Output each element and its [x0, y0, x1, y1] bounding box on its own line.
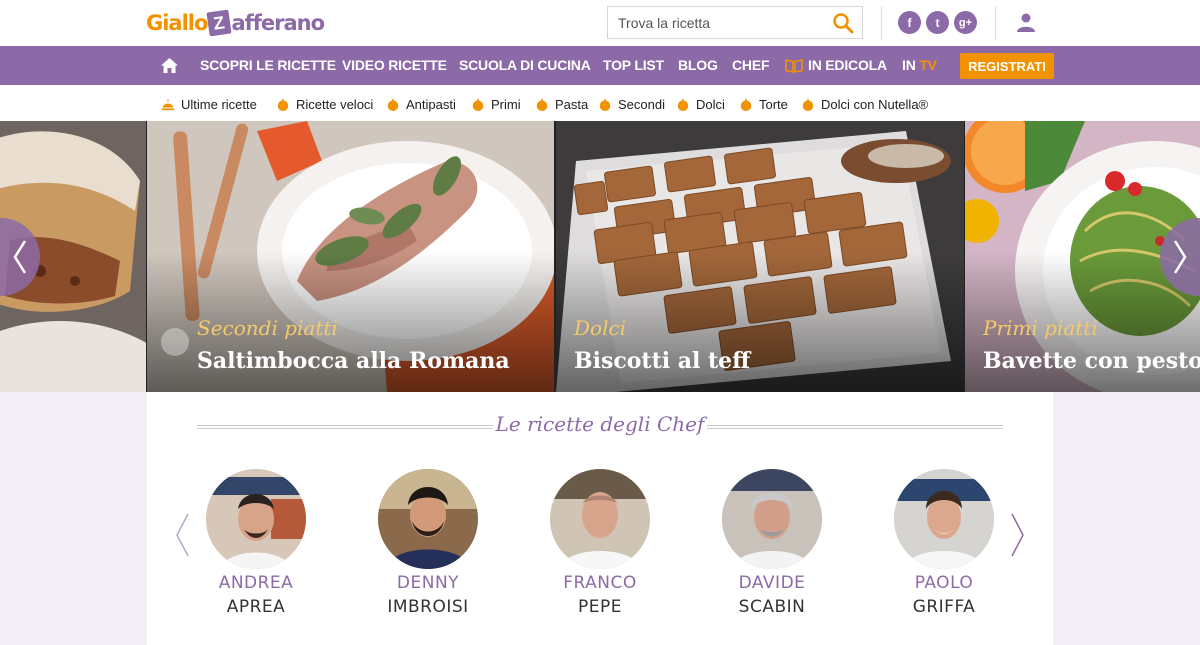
site-logo[interactable]: Giallo Z afferano [146, 8, 325, 38]
slide-title[interactable]: Bavette con pesto di [983, 348, 1200, 374]
category-antipasti[interactable]: Antipasti [386, 95, 456, 113]
chef-last-name: Imbroisi [387, 597, 469, 617]
chef-section-title: Le ricette degli Chef [495, 412, 705, 436]
chef-portrait [550, 469, 650, 569]
nav-in-label: In [902, 57, 916, 73]
chef-first-name: Franco [563, 573, 637, 593]
slide-title[interactable]: Saltimbocca alla Romana [197, 348, 510, 374]
search-box [607, 6, 863, 39]
nav-video-ricette[interactable]: Video ricette [342, 46, 447, 85]
chef-avatar [206, 469, 306, 569]
play-icon[interactable] [161, 328, 189, 356]
carousel-slide[interactable]: Secondi piatti Saltimbocca alla Romana [147, 121, 554, 392]
category-label: Dolci con Nutella® [821, 96, 929, 112]
chevron-right-icon [1173, 240, 1187, 274]
onion-icon [277, 97, 289, 111]
register-button[interactable]: Registrati [960, 53, 1054, 79]
logo-text-afferano: afferano [231, 11, 325, 35]
slide-title[interactable]: Biscotti al teff [574, 348, 750, 374]
chef-card[interactable]: Denny Imbroisi [378, 469, 478, 619]
home-icon[interactable] [161, 58, 178, 73]
category-dolci[interactable]: Dolci [676, 95, 725, 113]
chef-last-name: Griffa [912, 597, 976, 617]
slide-category: Primi piatti [983, 316, 1098, 340]
twitter-icon[interactable]: t [926, 11, 949, 34]
recipe-carousel: Secondi piatti Saltimbocca alla Romana D… [0, 121, 1200, 392]
chef-card[interactable]: Andrea Aprea [206, 469, 306, 619]
category-label: Dolci [696, 96, 725, 112]
title-rule-right [707, 425, 1003, 429]
chef-hat-icon [161, 98, 175, 111]
nav-in-edicola[interactable]: In edicola [808, 46, 887, 85]
header-divider [881, 6, 882, 40]
chef-avatar [722, 469, 822, 569]
category-dolci-nutella[interactable]: Dolci con Nutella® [801, 95, 928, 113]
chef-card[interactable]: Davide Scabin [722, 469, 822, 619]
chef-first-name: Davide [738, 573, 806, 593]
chef-avatar [550, 469, 650, 569]
category-ultime-ricette[interactable]: Ultime ricette [161, 95, 257, 113]
nav-chef[interactable]: Chef [732, 46, 770, 85]
onion-icon [740, 97, 752, 111]
search-input[interactable] [608, 7, 823, 38]
slide-category: Secondi piatti [197, 316, 338, 340]
chef-last-name: Pepe [578, 597, 622, 617]
logo-text-giallo: Giallo [146, 11, 208, 35]
nav-tv-label: TV [919, 57, 937, 73]
category-ricette-veloci[interactable]: Ricette veloci [276, 95, 373, 113]
category-torte[interactable]: Torte [739, 95, 788, 113]
category-label: Primi [491, 96, 521, 112]
category-label: Torte [759, 96, 788, 112]
chef-last-name: Aprea [226, 597, 286, 617]
chef-avatar [894, 469, 994, 569]
chef-portrait [722, 469, 822, 569]
category-label: Ultime ricette [181, 96, 257, 112]
nav-scopri-ricette[interactable]: Scopri le ricette [200, 46, 336, 85]
nav-scuola-cucina[interactable]: Scuola di cucina [459, 46, 591, 85]
search-icon[interactable] [832, 12, 854, 34]
chef-first-name: Denny [396, 573, 460, 593]
category-secondi[interactable]: Secondi [598, 95, 665, 113]
chevron-left-icon[interactable] [174, 512, 190, 558]
category-primi[interactable]: Primi [471, 95, 521, 113]
category-pasta[interactable]: Pasta [535, 95, 588, 113]
onion-icon [536, 97, 548, 111]
chef-card[interactable]: Paolo Griffa [894, 469, 994, 619]
chef-portrait [894, 469, 994, 569]
onion-icon [387, 97, 399, 111]
chef-first-name: Andrea [218, 573, 294, 593]
chevron-right-icon[interactable] [1010, 512, 1026, 558]
nav-in-tv[interactable]: In TV [902, 46, 937, 85]
carousel-slide[interactable]: Dolci Biscotti al teff [556, 121, 964, 392]
chef-portrait [206, 469, 306, 569]
category-label: Pasta [555, 96, 589, 112]
google-plus-icon[interactable]: g+ [954, 11, 977, 34]
nav-blog[interactable]: Blog [678, 46, 718, 85]
onion-icon [599, 97, 611, 111]
category-bar: Ultime ricette Ricette veloci Antipasti … [0, 85, 1200, 121]
chef-avatar [378, 469, 478, 569]
chef-last-name: Scabin [738, 597, 806, 617]
facebook-icon[interactable]: f [898, 11, 921, 34]
slide-category: Dolci [574, 316, 627, 340]
chef-card[interactable]: Franco Pepe [550, 469, 650, 619]
header-divider [995, 6, 996, 40]
chef-section: Le ricette degli Chef Andrea Aprea [147, 392, 1053, 645]
logo-z-badge: Z [206, 9, 233, 37]
chef-first-name: Paolo [914, 573, 974, 593]
user-icon[interactable] [1015, 11, 1037, 33]
category-label: Antipasti [406, 96, 456, 112]
onion-icon [802, 97, 814, 111]
book-icon [785, 59, 803, 73]
category-label: Secondi [618, 96, 665, 112]
top-header: Giallo Z afferano f t g+ [0, 0, 1200, 46]
chevron-left-icon [13, 240, 27, 274]
category-label: Ricette veloci [296, 96, 374, 112]
chef-portrait [378, 469, 478, 569]
onion-icon [677, 97, 689, 111]
onion-icon [472, 97, 484, 111]
nav-top-list[interactable]: Top list [603, 46, 664, 85]
